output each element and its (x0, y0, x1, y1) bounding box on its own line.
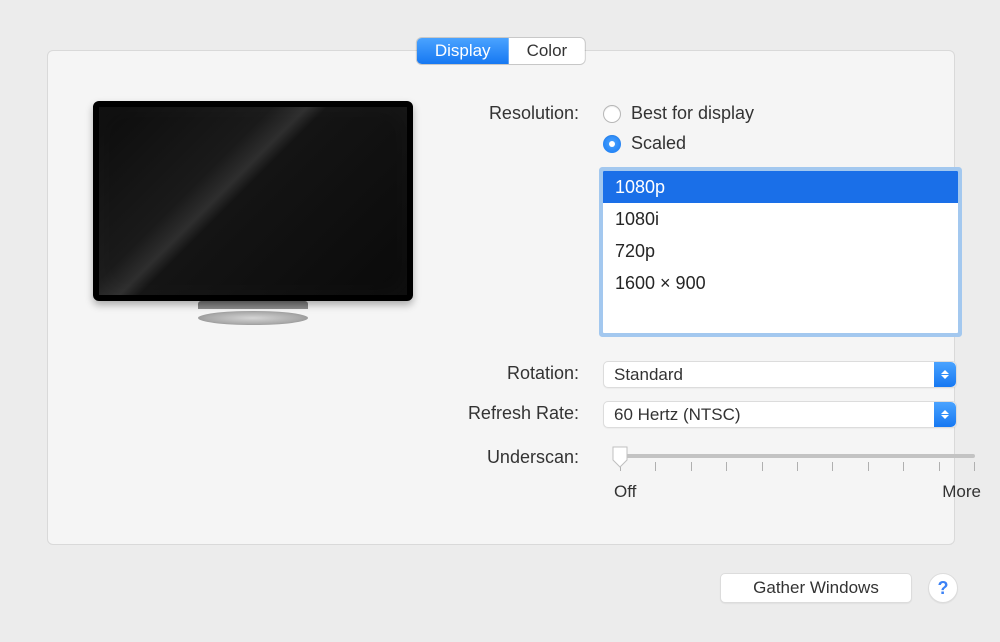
chevron-up-down-icon (934, 402, 956, 427)
resolution-scaled-radio[interactable]: Scaled (603, 133, 686, 154)
display-settings-panel: Display Color Resolution: Best for displ… (47, 50, 955, 545)
monitor-screen-icon (93, 101, 413, 301)
radio-icon (603, 105, 621, 123)
resolution-best-label: Best for display (631, 103, 754, 124)
rotation-label: Rotation: (409, 363, 579, 384)
refresh-rate-value: 60 Hertz (NTSC) (614, 405, 741, 425)
resolution-option-1080i[interactable]: 1080i (603, 203, 958, 235)
underscan-min-label: Off (614, 482, 636, 502)
resolution-scaled-label: Scaled (631, 133, 686, 154)
tab-color[interactable]: Color (509, 38, 586, 64)
chevron-up-down-icon (934, 362, 956, 387)
refresh-rate-select[interactable]: 60 Hertz (NTSC) (603, 401, 957, 428)
display-preview-image (93, 101, 413, 361)
rotation-select[interactable]: Standard (603, 361, 957, 388)
resolution-option-1080p[interactable]: 1080p (603, 171, 958, 203)
resolution-best-radio[interactable]: Best for display (603, 103, 754, 124)
underscan-label: Underscan: (409, 447, 579, 468)
slider-track (620, 454, 975, 458)
resolution-listbox[interactable]: 1080p 1080i 720p 1600 × 900 (603, 171, 958, 333)
underscan-slider[interactable]: Off More (620, 454, 975, 458)
monitor-stand-icon (198, 311, 308, 325)
slider-ticks (620, 462, 975, 471)
tab-display[interactable]: Display (417, 38, 509, 64)
underscan-max-label: More (942, 482, 981, 502)
refresh-rate-label: Refresh Rate: (409, 403, 579, 424)
resolution-option-720p[interactable]: 720p (603, 235, 958, 267)
help-button[interactable]: ? (928, 573, 958, 603)
tab-segmented-control: Display Color (417, 38, 585, 64)
help-icon: ? (938, 578, 949, 599)
slider-thumb-icon[interactable] (612, 446, 628, 468)
slider-labels: Off More (614, 482, 981, 502)
resolution-option-1600x900[interactable]: 1600 × 900 (603, 267, 958, 299)
rotation-value: Standard (614, 365, 683, 385)
gather-windows-button[interactable]: Gather Windows (720, 573, 912, 603)
monitor-neck-icon (198, 301, 308, 309)
radio-icon (603, 135, 621, 153)
resolution-label: Resolution: (409, 103, 579, 124)
